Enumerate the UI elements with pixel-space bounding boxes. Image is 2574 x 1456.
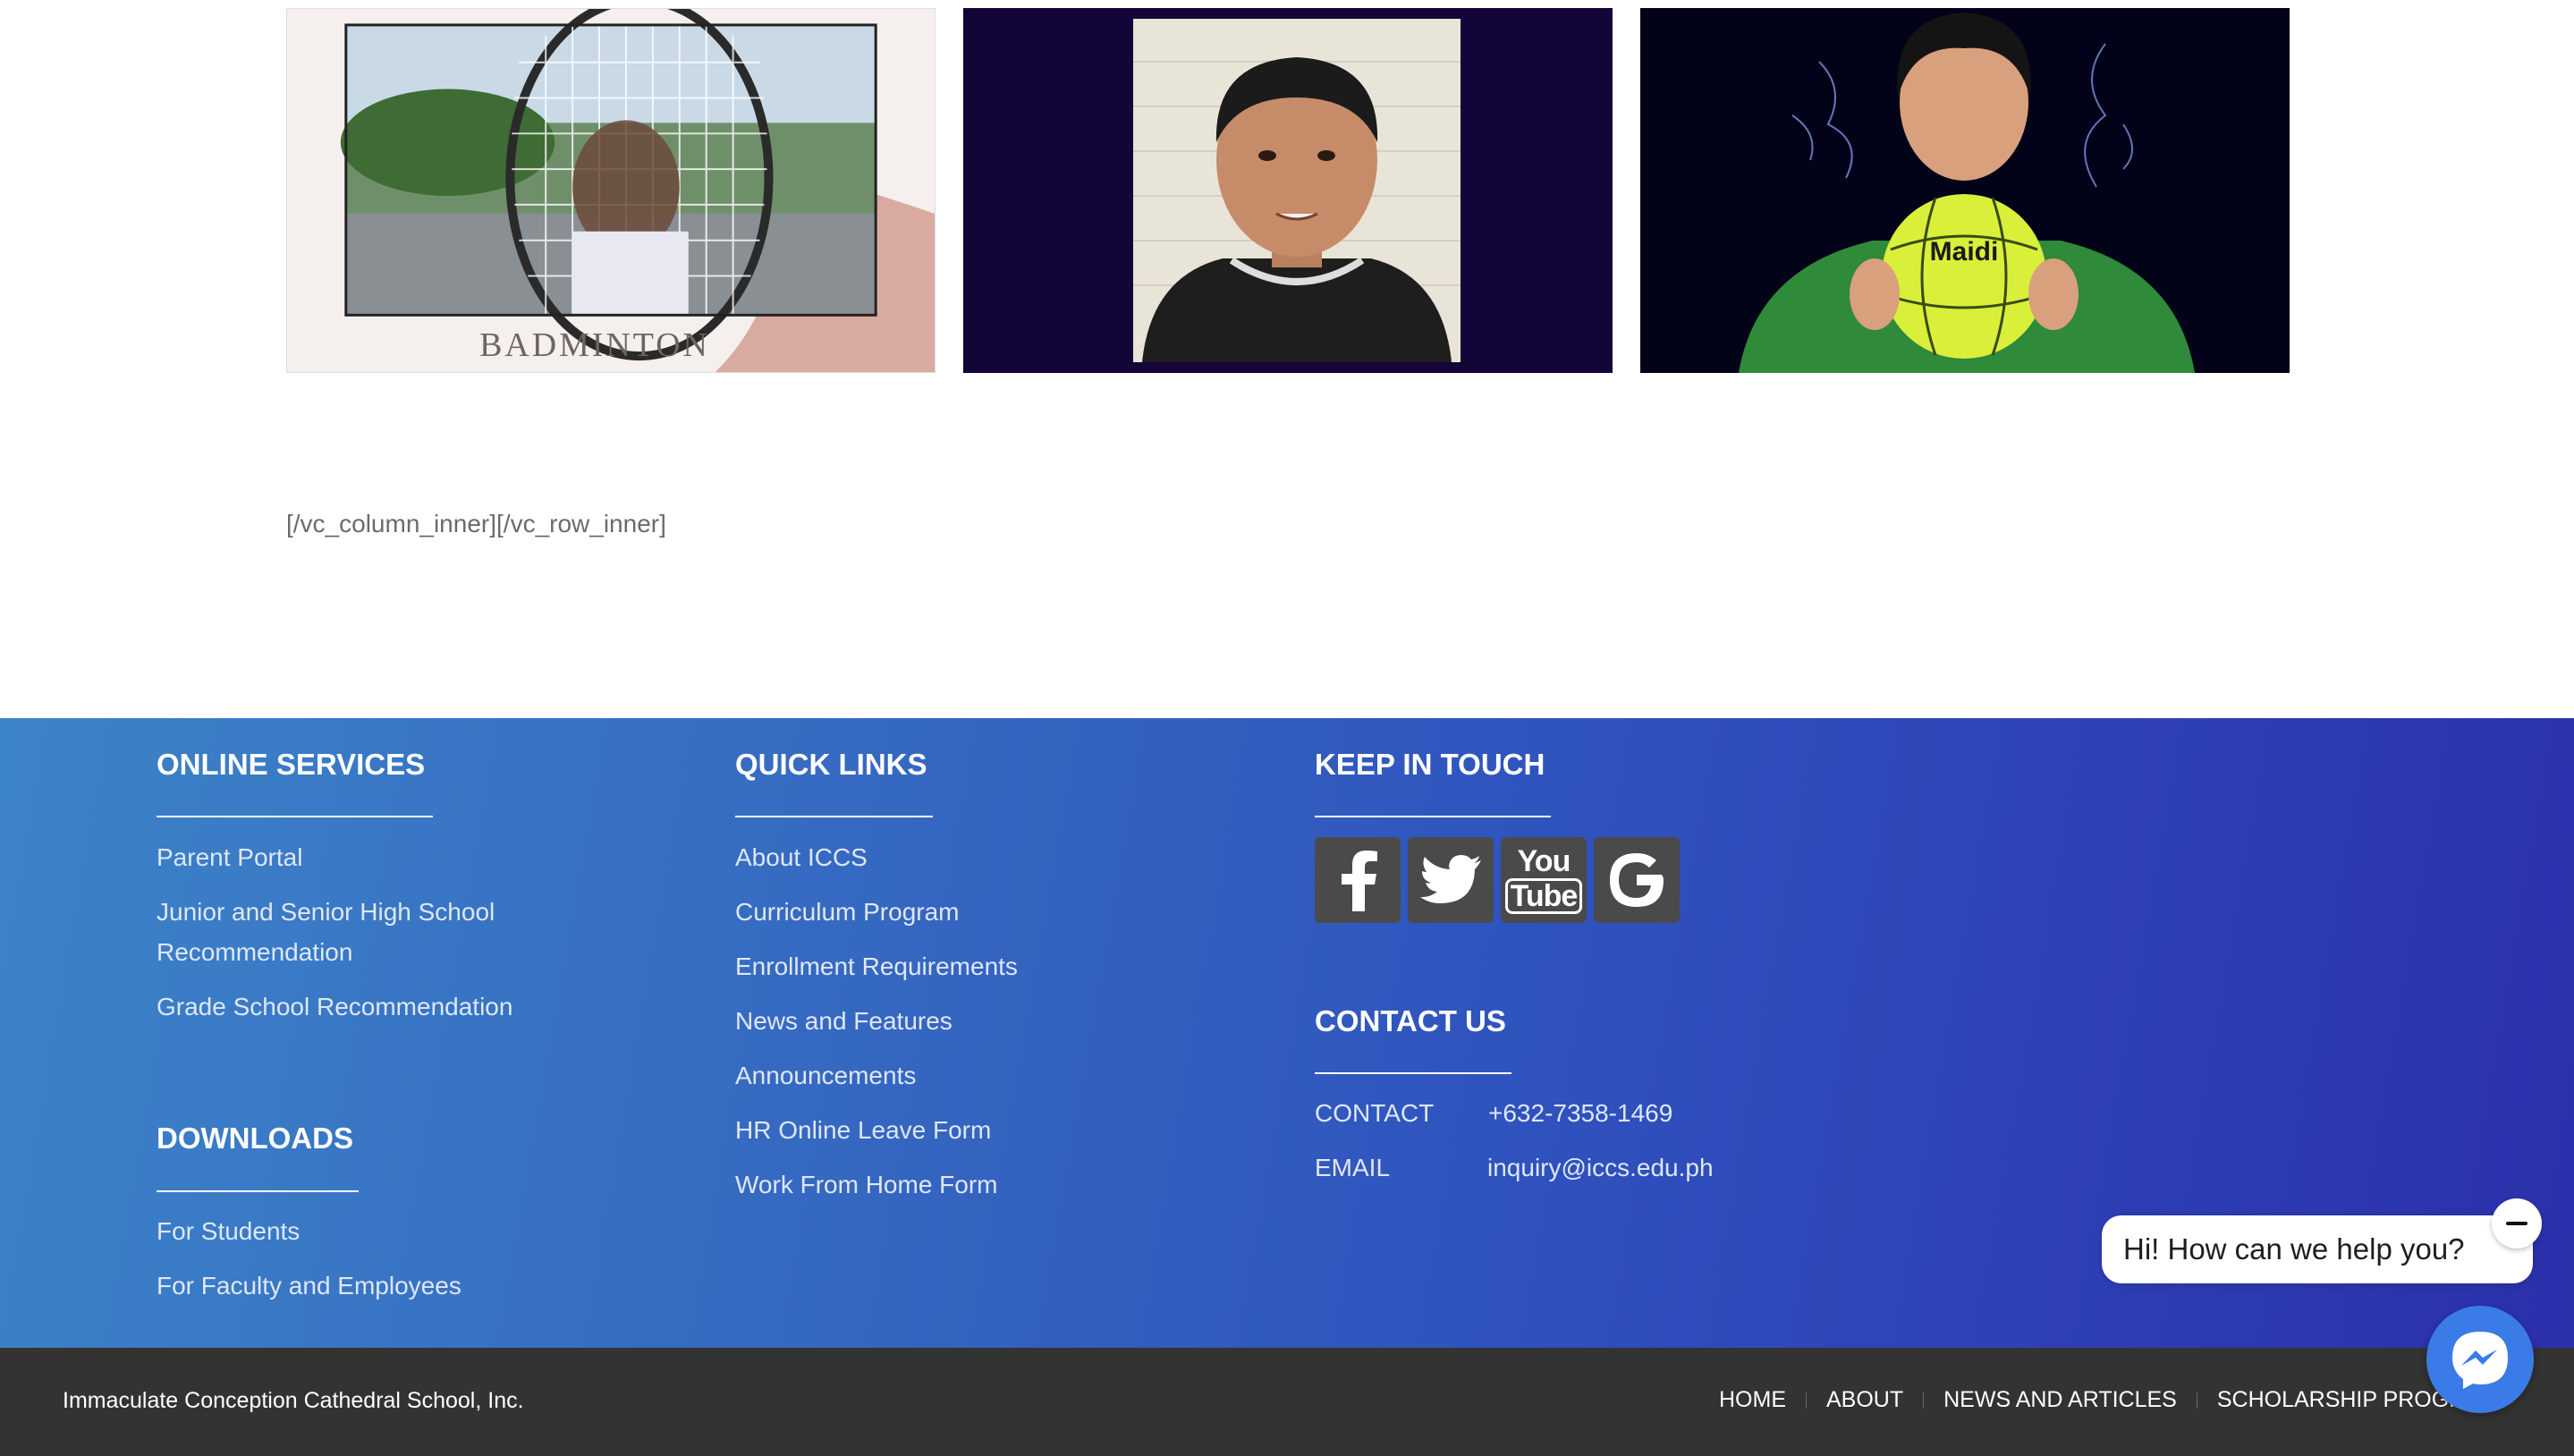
footer-link-jhs-shs-recommendation[interactable]: Junior and Senior High School <box>157 892 495 932</box>
footer-link-enrollment-requirements[interactable]: Enrollment Requirements <box>735 946 1018 986</box>
heading-underline <box>157 816 433 817</box>
badminton-video-thumbnail[interactable]: BADMINTON <box>286 8 936 373</box>
footer-link-hr-online-leave-form[interactable]: HR Online Leave Form <box>735 1110 991 1150</box>
youtube-link[interactable]: You Tube <box>1501 837 1587 923</box>
footer-link-for-faculty-employees[interactable]: For Faculty and Employees <box>157 1266 461 1306</box>
chat-greeting-bubble[interactable]: Hi! How can we help you? <box>2102 1215 2533 1283</box>
heading-underline <box>1315 1072 1511 1074</box>
nav-news-and-articles[interactable]: NEWS AND ARTICLES <box>1943 1387 2177 1413</box>
nav-separator <box>1923 1392 1925 1409</box>
nav-home[interactable]: HOME <box>1719 1387 1786 1413</box>
chat-minimize-button[interactable] <box>2492 1198 2542 1249</box>
bottom-bar: Immaculate Conception Cathedral School, … <box>0 1348 2574 1456</box>
footer-link-for-students[interactable]: For Students <box>157 1211 300 1251</box>
copyright-text: Immaculate Conception Cathedral School, … <box>63 1388 524 1413</box>
twitter-icon <box>1420 855 1481 903</box>
quick-links-heading: QUICK LINKS <box>735 748 927 781</box>
footer-link-about-iccs[interactable]: About ICCS <box>735 837 868 877</box>
nav-about[interactable]: ABOUT <box>1826 1387 1903 1413</box>
contact-label: CONTACT <box>1315 1099 1435 1127</box>
footer-link-announcements[interactable]: Announcements <box>735 1055 916 1096</box>
email-label: EMAIL <box>1315 1154 1391 1181</box>
google-icon <box>1610 853 1664 907</box>
heading-underline <box>735 816 933 817</box>
footer-link-parent-portal[interactable]: Parent Portal <box>157 837 302 877</box>
footer-link-work-from-home-form[interactable]: Work From Home Form <box>735 1164 998 1205</box>
facebook-icon <box>1342 851 1377 911</box>
volleyball-video-thumbnail[interactable]: Maidi <box>1640 8 2290 373</box>
heading-underline <box>1315 816 1551 817</box>
twitter-link[interactable] <box>1408 837 1494 923</box>
youtube-icon-text-bottom: Tube <box>1504 878 1583 914</box>
messenger-chat-button[interactable] <box>2426 1306 2534 1413</box>
footer-link-jhs-shs-recommendation-cont[interactable]: Recommendation <box>157 932 352 972</box>
messenger-icon <box>2452 1332 2508 1389</box>
footer-link-grade-school-recommendation[interactable]: Grade School Recommendation <box>157 986 512 1027</box>
youtube-icon-text-top: You <box>1517 844 1571 878</box>
contact-phone[interactable]: +632-7358-1469 <box>1488 1099 1672 1128</box>
nav-separator <box>1806 1392 1807 1409</box>
student-thumbnail-image <box>963 8 1613 373</box>
contact-email[interactable]: inquiry@iccs.edu.ph <box>1487 1154 1714 1182</box>
youtube-icon: You Tube <box>1504 844 1583 914</box>
badminton-thumbnail-image: BADMINTON <box>287 9 935 372</box>
footer-link-news-features[interactable]: News and Features <box>735 1001 953 1041</box>
bottom-nav: HOME ABOUT NEWS AND ARTICLES SCHOLARSHIP… <box>1719 1387 2499 1413</box>
downloads-heading: DOWNLOADS <box>157 1122 353 1155</box>
student-speaking-video-thumbnail[interactable] <box>963 8 1613 373</box>
badminton-caption: BADMINTON <box>479 326 710 364</box>
google-link[interactable] <box>1594 837 1680 923</box>
heading-underline <box>157 1190 359 1192</box>
minus-icon <box>2506 1222 2527 1225</box>
ball-brand-label: Maidi <box>1930 237 1999 267</box>
footer-link-curriculum-program[interactable]: Curriculum Program <box>735 892 960 932</box>
contact-us-heading: CONTACT US <box>1315 1004 1506 1037</box>
volleyball-thumbnail-image: Maidi <box>1640 8 2290 373</box>
facebook-link[interactable] <box>1315 837 1401 923</box>
shortcode-text: [/vc_column_inner][/vc_row_inner] <box>286 510 666 538</box>
keep-in-touch-heading: KEEP IN TOUCH <box>1315 748 1545 781</box>
online-services-heading: ONLINE SERVICES <box>157 748 426 781</box>
chat-greeting-text: Hi! How can we help you? <box>2123 1232 2465 1266</box>
